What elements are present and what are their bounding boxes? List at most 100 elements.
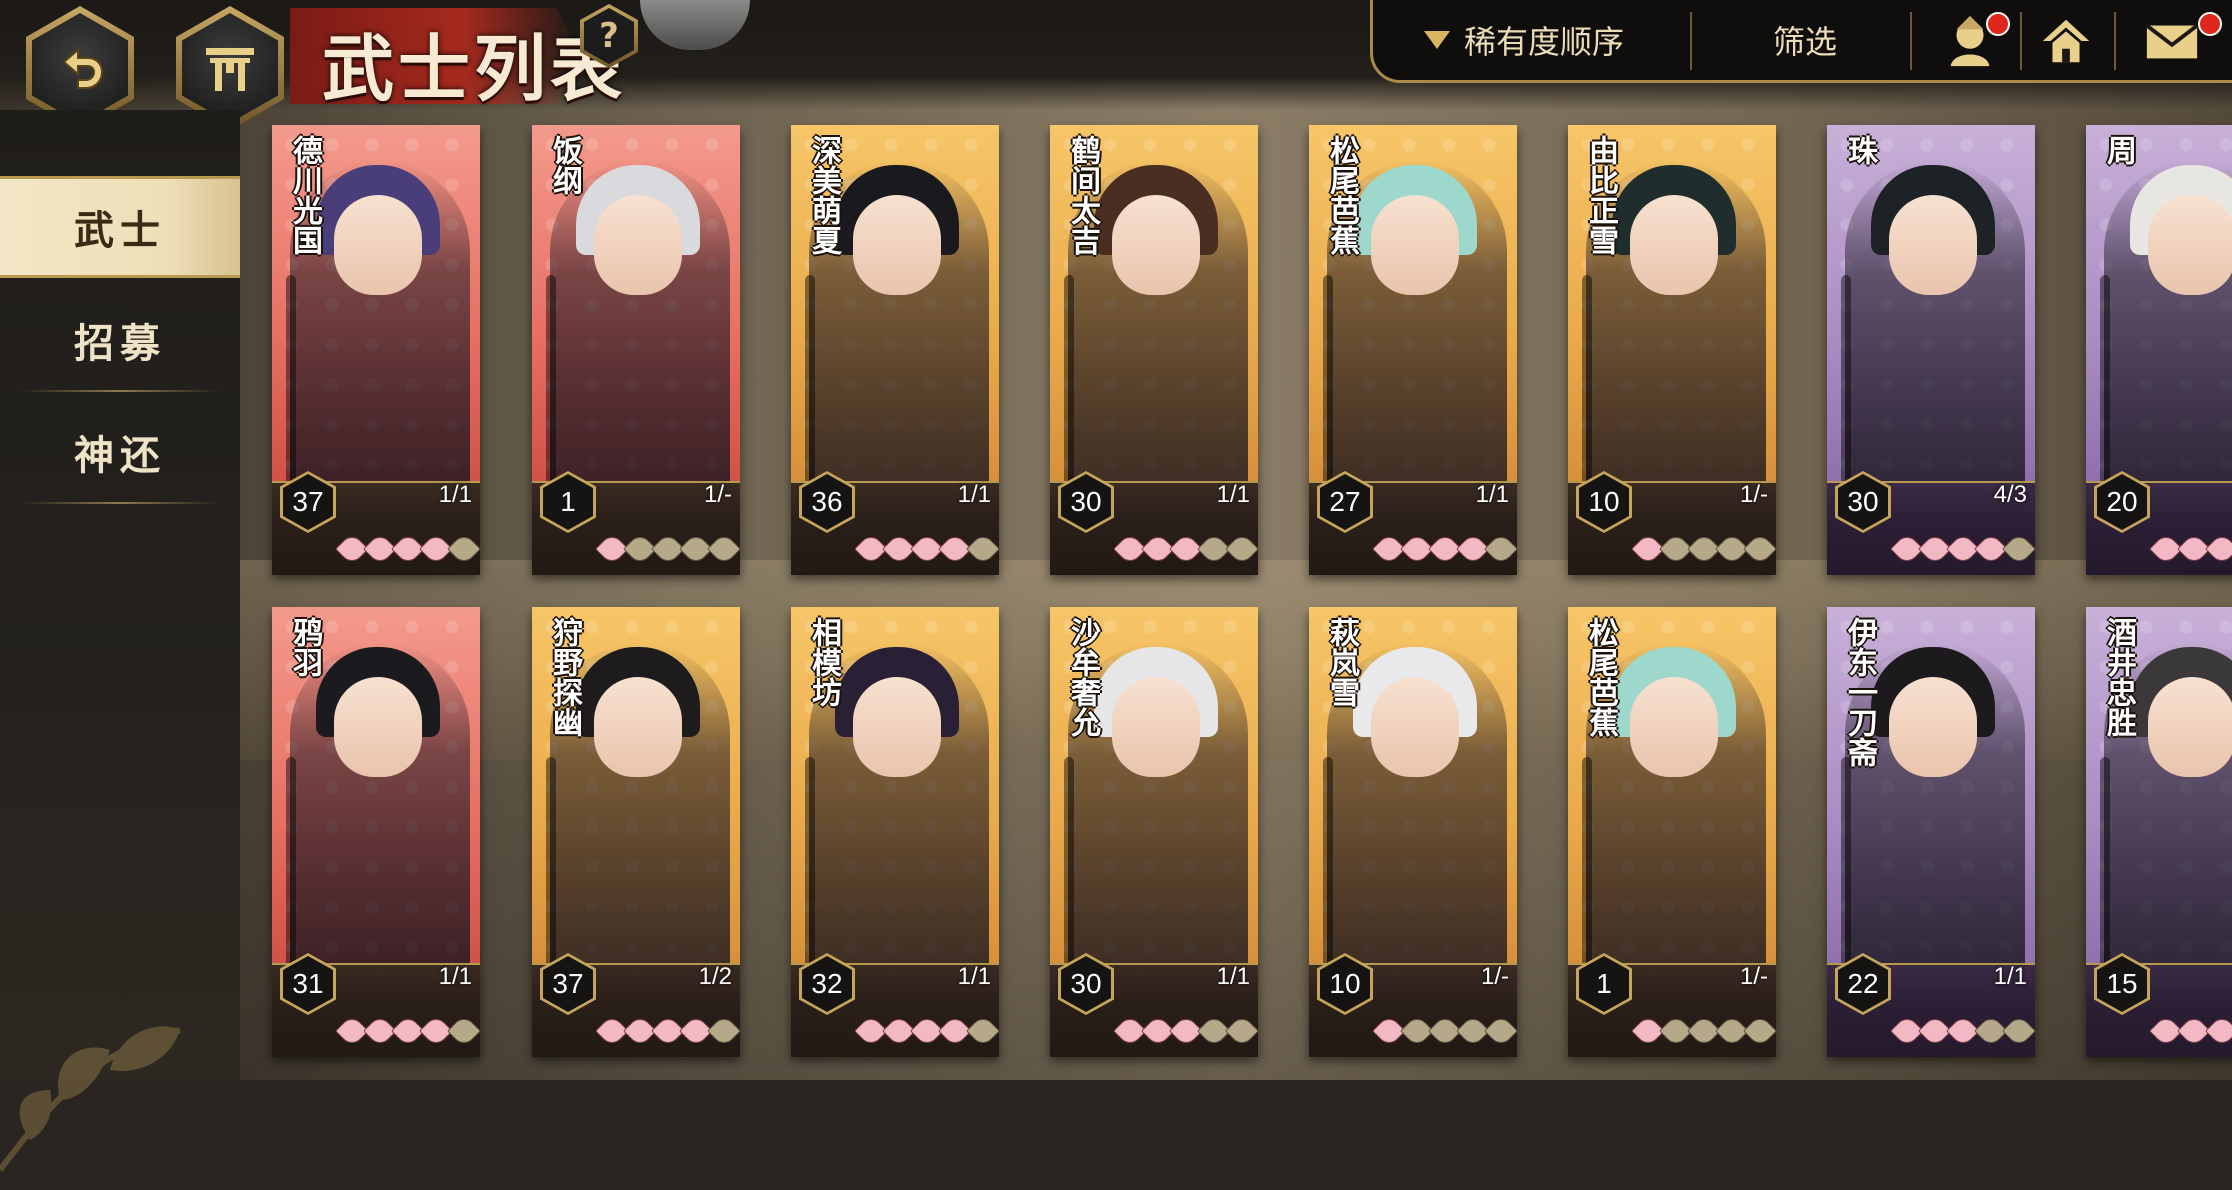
divider	[20, 502, 220, 504]
character-portrait: 松尾芭蕉	[1568, 607, 1776, 999]
character-face	[1630, 677, 1718, 777]
rarity-petals	[1372, 532, 1518, 566]
copy-count: 1/-	[1480, 963, 1509, 990]
petal-icon	[1484, 532, 1518, 566]
copy-count: 1/1	[438, 481, 472, 508]
character-face	[1371, 195, 1459, 295]
character-card[interactable]: 鸦羽 31 1/1	[272, 607, 481, 1057]
petal-icon	[447, 532, 481, 566]
character-face	[1630, 195, 1718, 295]
character-name: 松尾芭蕉	[1324, 135, 1359, 255]
petal-icon	[966, 532, 1000, 566]
rarity-petals	[595, 532, 741, 566]
copy-count: 4/3	[1993, 481, 2027, 508]
affinity-bar	[286, 757, 296, 987]
character-name: 鸦羽	[287, 617, 322, 677]
petal-icon	[1484, 1014, 1518, 1048]
filter-button[interactable]: 筛选	[1700, 6, 1910, 74]
level-value: 37	[543, 956, 593, 1012]
affinity-bar	[1064, 275, 1074, 505]
sidebar: 武士 招募 神还	[0, 110, 240, 1172]
rarity-petals	[595, 1014, 741, 1048]
level-value: 30	[1061, 474, 1111, 530]
character-card[interactable]: 伊东一刀斋 22 1/1	[1827, 607, 2036, 1057]
sort-label: 稀有度顺序	[1464, 23, 1625, 61]
character-portrait: 周	[2086, 125, 2232, 517]
character-card[interactable]: 萩岚雪 10 1/-	[1309, 607, 1518, 1057]
sidebar-item-samurai[interactable]: 武士	[0, 176, 240, 278]
character-face	[1371, 677, 1459, 777]
level-value: 32	[802, 956, 852, 1012]
petal-icon	[707, 1014, 741, 1048]
character-card[interactable]: 松尾芭蕉 27 1/1	[1309, 125, 1518, 575]
petal-icon	[1743, 1014, 1777, 1048]
level-value: 1	[543, 474, 593, 530]
affinity-bar	[1323, 275, 1333, 505]
character-card[interactable]: 珠 30 4/3	[1827, 125, 2036, 575]
copy-count: 1/1	[957, 963, 991, 990]
petal-icon	[2002, 1014, 2036, 1048]
shrine-gate-icon	[206, 48, 254, 91]
character-portrait: 松尾芭蕉	[1309, 125, 1517, 517]
house-icon	[2042, 19, 2090, 63]
character-portrait: 由比正雪	[1568, 125, 1776, 517]
character-card[interactable]: 狩野探幽 37 1/2	[532, 607, 741, 1057]
petal-icon	[1225, 1014, 1259, 1048]
character-face	[334, 677, 422, 777]
affinity-bar	[805, 275, 815, 505]
character-portrait: 珠	[1827, 125, 2035, 517]
character-portrait: 沙牟奢允	[1050, 607, 1258, 999]
triangle-down-icon	[1424, 31, 1450, 49]
character-card[interactable]: 饭纲 1 1/-	[532, 125, 741, 575]
character-card[interactable]: 深美萌夏 36 1/1	[791, 125, 1000, 575]
character-card[interactable]: 德川光国 37 1/1	[272, 125, 481, 575]
petal-icon	[2205, 1014, 2232, 1048]
rarity-petals	[2149, 1014, 2232, 1048]
notification-dot	[2198, 12, 2222, 36]
character-card[interactable]: 鹤间太吉 30 1/1	[1050, 125, 1259, 575]
leaf-decoration-icon	[0, 1026, 181, 1172]
rarity-petals	[2149, 532, 2232, 566]
character-portrait: 鹤间太吉	[1050, 125, 1258, 517]
character-card[interactable]: 由比正雪 10 1/-	[1568, 125, 1777, 575]
filter-label: 筛选	[1772, 23, 1837, 61]
sort-button[interactable]: 稀有度顺序	[1410, 6, 1690, 74]
affinity-bar	[1582, 275, 1592, 505]
affinity-bar	[1064, 757, 1074, 987]
level-value: 15	[2097, 956, 2147, 1012]
character-portrait: 鸦羽	[272, 607, 480, 999]
affinity-bar	[1582, 757, 1592, 987]
affinity-bar	[546, 757, 556, 987]
affinity-bar	[805, 757, 815, 987]
character-card[interactable]: 相模坊 32 1/1	[791, 607, 1000, 1057]
rarity-petals	[1113, 532, 1259, 566]
sidebar-item-recruit[interactable]: 招募	[0, 292, 240, 388]
notification-dot	[1986, 12, 2010, 36]
character-card[interactable]: 松尾芭蕉 1 1/-	[1568, 607, 1777, 1057]
sidebar-item-return[interactable]: 神还	[0, 404, 240, 500]
character-name: 鹤间太吉	[1065, 135, 1100, 255]
level-value: 20	[2097, 474, 2147, 530]
character-name: 松尾芭蕉	[1583, 617, 1618, 737]
character-name: 沙牟奢允	[1065, 617, 1100, 737]
character-portrait: 伊东一刀斋	[1827, 607, 2035, 999]
petal-icon	[2205, 532, 2232, 566]
character-face	[853, 677, 941, 777]
character-card[interactable]: 沙牟奢允 30 1/1	[1050, 607, 1259, 1057]
petal-icon	[966, 1014, 1000, 1048]
character-card[interactable]: 周 20	[2086, 125, 2232, 575]
rarity-petals	[1890, 532, 2036, 566]
character-portrait: 饭纲	[532, 125, 740, 517]
copy-count: 1/1	[1216, 481, 1250, 508]
character-card[interactable]: 酒井忠胜 15	[2086, 607, 2232, 1057]
sidebar-item-label: 神还	[74, 433, 166, 479]
copy-count: 1/1	[1993, 963, 2027, 990]
character-name: 酒井忠胜	[2101, 617, 2136, 737]
rarity-petals	[1631, 1014, 1777, 1048]
character-face	[334, 195, 422, 295]
house-button[interactable]	[2026, 8, 2106, 74]
copy-count: 1/1	[1475, 481, 1509, 508]
rarity-petals	[854, 1014, 1000, 1048]
copy-count: 1/2	[698, 963, 732, 990]
divider	[2114, 12, 2116, 70]
